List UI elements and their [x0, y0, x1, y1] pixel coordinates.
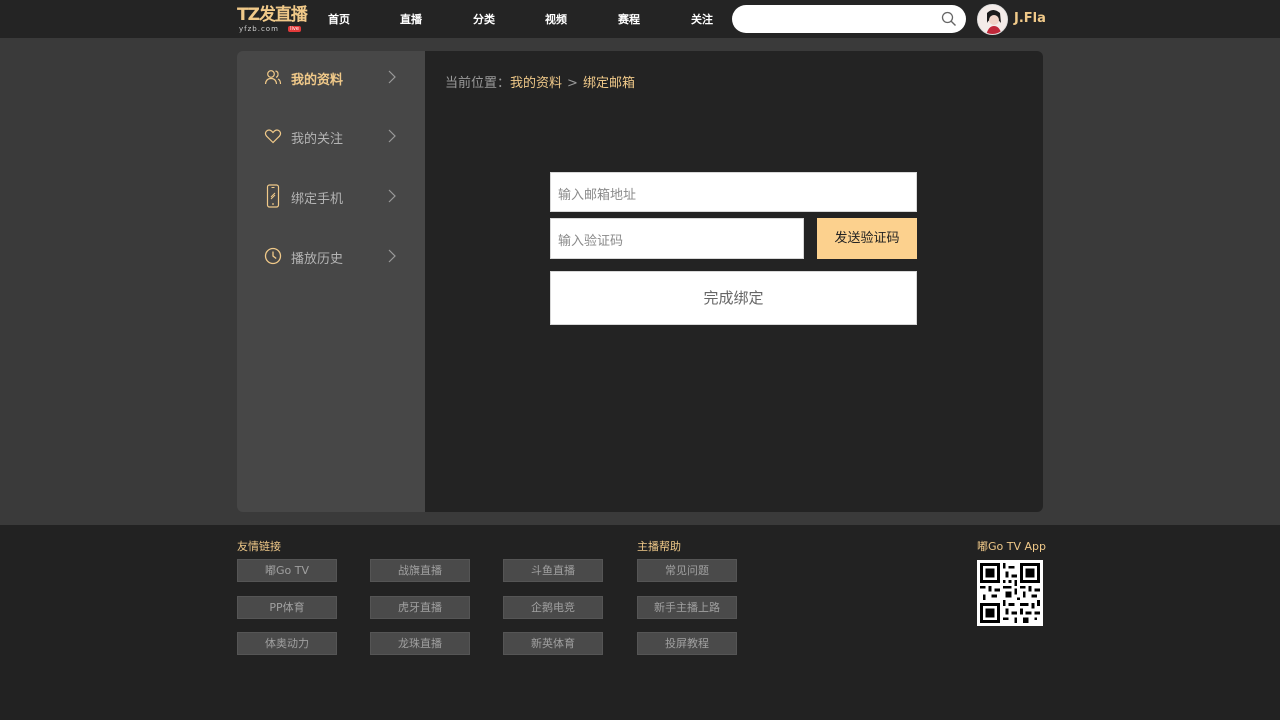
- logo-live-badge: live: [288, 26, 301, 32]
- app-qr-code: [977, 560, 1043, 626]
- nav-category[interactable]: 分类: [473, 11, 495, 27]
- friend-link[interactable]: 战旗直播: [370, 559, 470, 582]
- top-navbar: TZ发直播 yfzb.com live 首页 直播 分类 视频 赛程 关注 J.…: [0, 0, 1280, 38]
- verification-code-field[interactable]: 输入验证码: [550, 218, 804, 259]
- breadcrumb-current: 绑定邮箱: [582, 76, 635, 91]
- footer: 友情链接 嘟Go TV 战旗直播 斗鱼直播 PP体育 虎牙直播 企鹅电竞 体奥动…: [0, 525, 1280, 720]
- email-placeholder: 输入邮箱地址: [558, 188, 637, 203]
- friend-link[interactable]: 虎牙直播: [370, 596, 470, 619]
- breadcrumb-prefix: 当前位置：: [445, 76, 511, 91]
- code-placeholder: 输入验证码: [558, 234, 624, 249]
- nav-video[interactable]: 视频: [545, 11, 567, 27]
- logo-text: TZ发直播: [237, 5, 308, 25]
- avatar[interactable]: [977, 4, 1008, 35]
- chevron-right-icon: [388, 129, 396, 143]
- friend-link[interactable]: 新英体育: [503, 632, 603, 655]
- send-code-button[interactable]: 发送验证码: [817, 218, 917, 259]
- nav-live[interactable]: 直播: [400, 11, 422, 27]
- sidebar-item-label: 绑定手机: [291, 192, 344, 207]
- clock-icon: [264, 247, 282, 265]
- sidebar-item-bind-phone[interactable]: 绑定手机: [237, 176, 425, 216]
- friend-link[interactable]: PP体育: [237, 596, 337, 619]
- search-input[interactable]: [732, 5, 966, 33]
- friend-link[interactable]: 企鹅电竞: [503, 596, 603, 619]
- friend-link[interactable]: 体奥动力: [237, 632, 337, 655]
- friend-link[interactable]: 斗鱼直播: [503, 559, 603, 582]
- sidebar-item-label: 播放历史: [291, 252, 344, 267]
- chevron-right-icon: [388, 189, 396, 203]
- main-panel: 当前位置：我的资料 > 绑定邮箱 输入邮箱地址 输入验证码 发送验证码 完成绑定: [425, 51, 1043, 512]
- nav-schedule[interactable]: 赛程: [618, 11, 640, 27]
- heart-icon: [264, 129, 282, 144]
- phone-icon: [266, 184, 280, 208]
- sidebar: 我的资料 我的关注 绑定手机 播放历史: [237, 51, 425, 512]
- username[interactable]: J.Fla: [1014, 11, 1046, 26]
- help-link[interactable]: 投屏教程: [637, 632, 737, 655]
- friend-link[interactable]: 嘟Go TV: [237, 559, 337, 582]
- sidebar-item-follow[interactable]: 我的关注: [237, 116, 425, 156]
- qr-code-icon: [980, 563, 1040, 623]
- user-profile-icon: [264, 70, 282, 85]
- chevron-right-icon: [388, 70, 396, 84]
- site-logo[interactable]: TZ发直播 yfzb.com live: [237, 4, 308, 34]
- breadcrumb-parent-link[interactable]: 我的资料: [510, 76, 562, 91]
- logo-domain: yfzb.com: [239, 25, 279, 33]
- search-icon[interactable]: [941, 11, 957, 27]
- friend-link[interactable]: 龙珠直播: [370, 632, 470, 655]
- finish-bind-button[interactable]: 完成绑定: [550, 271, 917, 325]
- sidebar-item-history[interactable]: 播放历史: [237, 236, 425, 276]
- nav-follow[interactable]: 关注: [691, 11, 713, 27]
- app-heading: 嘟Go TV App: [977, 540, 1046, 553]
- sidebar-item-profile[interactable]: 我的资料: [237, 57, 425, 97]
- breadcrumb-separator: >: [567, 76, 578, 91]
- nav-home[interactable]: 首页: [328, 11, 350, 27]
- anchor-help-heading: 主播帮助: [637, 540, 681, 553]
- breadcrumb: 当前位置：我的资料 > 绑定邮箱: [445, 72, 635, 91]
- sidebar-item-label: 我的资料: [291, 73, 344, 88]
- chevron-right-icon: [388, 249, 396, 263]
- help-link[interactable]: 常见问题: [637, 559, 737, 582]
- sidebar-item-label: 我的关注: [291, 132, 344, 147]
- friend-links-heading: 友情链接: [237, 540, 281, 553]
- avatar-image: [978, 5, 1007, 34]
- help-link[interactable]: 新手主播上路: [637, 596, 737, 619]
- email-field[interactable]: 输入邮箱地址: [550, 172, 917, 212]
